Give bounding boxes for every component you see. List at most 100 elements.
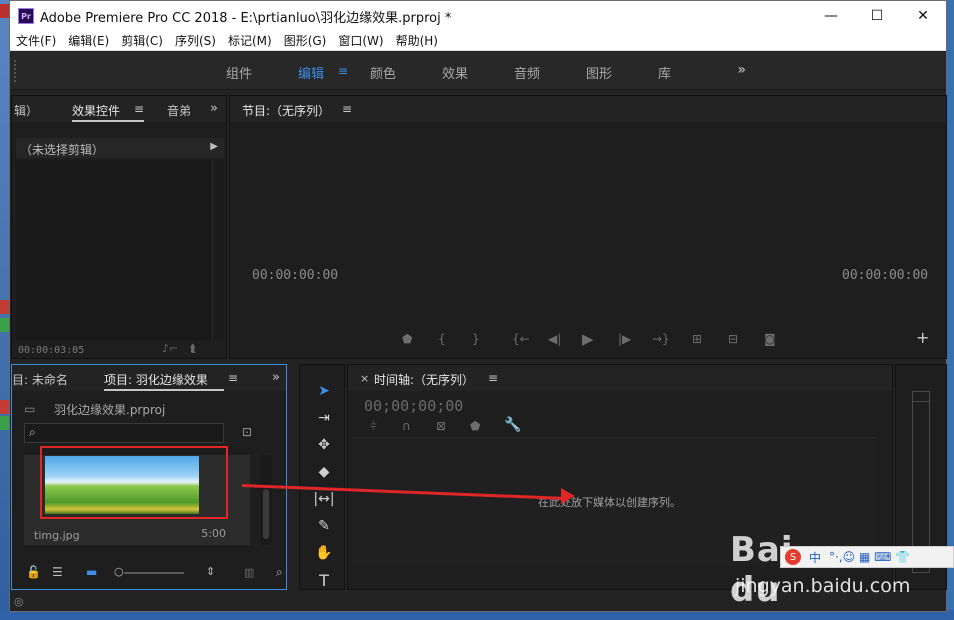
search-icon[interactable]: ⌕ [276, 565, 283, 580]
add-button-icon[interactable]: + [916, 328, 929, 347]
insert-icon[interactable]: ⊞ [692, 332, 702, 346]
menu-marker[interactable]: 标记(M) [228, 32, 272, 49]
panel-menu-icon[interactable]: ≡ [228, 371, 238, 385]
icon-view-icon[interactable]: ▬ [86, 565, 97, 579]
search-input[interactable]: ⌕ [24, 423, 224, 443]
timeline-area [212, 160, 224, 340]
workspace-tab-audio[interactable]: 音频 [514, 63, 540, 82]
slip-tool-icon[interactable]: |↔| [313, 488, 335, 510]
close-tab-icon[interactable]: × [360, 372, 369, 385]
folder-icon: ▭ [24, 402, 36, 416]
play-triangle-icon[interactable]: ▶ [210, 141, 218, 152]
workspace-more-icon[interactable]: » [737, 62, 746, 78]
desktop-icon [0, 300, 9, 314]
sogou-logo-icon[interactable]: S [785, 549, 801, 565]
lock-icon[interactable]: 🔓 [26, 565, 41, 579]
desktop-icon [0, 416, 9, 430]
selection-tool-icon[interactable]: ➤ [313, 380, 335, 402]
workspace-tab-color[interactable]: 颜色 [370, 63, 396, 82]
ime-toolbar: S 中 °·,☺ ▦ ⌨ 👕 [780, 546, 954, 568]
cc-status-icon[interactable]: ◎ [14, 595, 24, 608]
step-forward-icon[interactable]: |▶ [618, 332, 631, 346]
premiere-window: Pr Adobe Premiere Pro CC 2018 - E:\prtia… [9, 0, 947, 612]
window-title: Adobe Premiere Pro CC 2018 - E:\prtianlu… [40, 10, 452, 26]
minimize-button[interactable]: — [808, 1, 854, 31]
marker-icon[interactable]: ⬟ [402, 332, 412, 346]
menu-bar: 文件(F) 编辑(E) 剪辑(C) 序列(S) 标记(M) 图形(G) 窗口(W… [10, 31, 946, 51]
media-duration: 5:00 [201, 527, 226, 540]
menu-file[interactable]: 文件(F) [16, 32, 56, 49]
add-marker-icon[interactable]: ⬟ [470, 419, 480, 433]
close-button[interactable]: ✕ [900, 1, 946, 31]
workspace-tab-effects[interactable]: 效果 [442, 63, 468, 82]
maximize-button[interactable]: ☐ [854, 1, 900, 31]
go-to-in-icon[interactable]: {← [512, 332, 530, 346]
list-view-icon[interactable]: ☰ [52, 565, 63, 579]
zoom-slider-icon[interactable]: ○ [114, 565, 124, 578]
snap-icon[interactable]: ∩ [402, 419, 411, 433]
menu-sequence[interactable]: 序列(S) [175, 32, 216, 49]
go-to-out-icon[interactable]: →} [652, 332, 670, 346]
program-monitor-panel: 节目:（无序列） ≡ 00:00:00:00 00:00:00:00 ⬟ { }… [229, 95, 947, 359]
track-select-tool-icon[interactable]: ⇥ [313, 407, 335, 429]
tab-project-untitled[interactable]: 目: 未命名 [12, 371, 68, 388]
tab-source[interactable]: 辑） [14, 102, 38, 119]
menu-help[interactable]: 帮助(H) [396, 32, 438, 49]
hand-tool-icon[interactable]: ✋ [313, 542, 335, 564]
find-icon[interactable]: ⊡ [242, 425, 252, 439]
workspace-tab-editing[interactable]: 编辑 [298, 63, 324, 82]
workspace-tab-assembly[interactable]: 组件 [226, 63, 252, 82]
no-clip-label: （未选择剪辑） [20, 143, 105, 157]
ime-mode-label[interactable]: 中 [809, 549, 821, 566]
wrench-icon[interactable]: 🔧 [504, 417, 521, 433]
workspace-tab-libraries[interactable]: 库 [658, 63, 671, 82]
export-icon[interactable]: ⮬ [190, 342, 197, 356]
pen-tool-icon[interactable]: ✎ [313, 515, 335, 537]
ime-tool-icons[interactable]: °·,☺ ▦ ⌨ 👕 [829, 550, 910, 564]
red-highlight-box [40, 446, 228, 519]
title-bar: Pr Adobe Premiere Pro CC 2018 - E:\prtia… [10, 1, 946, 31]
timeline-title[interactable]: 时间轴:（无序列） [374, 371, 474, 388]
tab-effect-controls[interactable]: 效果控件 [72, 102, 120, 119]
tab-project-feather[interactable]: 项目: 羽化边缘效果 [104, 371, 208, 388]
type-tool-icon[interactable]: T [313, 569, 335, 591]
scrollbar-thumb[interactable] [263, 489, 269, 539]
menu-window[interactable]: 窗口(W) [338, 32, 383, 49]
menu-clip[interactable]: 剪辑(C) [121, 32, 163, 49]
camera-icon[interactable]: ◙ [764, 332, 776, 346]
workspace-tab-graphics[interactable]: 图形 [586, 63, 612, 82]
ripple-edit-tool-icon[interactable]: ✥ [313, 434, 335, 456]
menu-edit[interactable]: 编辑(E) [68, 32, 109, 49]
zoom-slider[interactable] [124, 572, 184, 574]
program-title[interactable]: 节目:（无序列） [242, 102, 330, 119]
nest-icon[interactable]: ⫩ [370, 419, 377, 434]
menu-graphics[interactable]: 图形(G) [284, 32, 327, 49]
premiere-app-icon: Pr [18, 8, 34, 24]
scrollbar[interactable] [260, 455, 272, 545]
panel-menu-icon[interactable]: ≡ [488, 371, 498, 385]
red-arrow-head [561, 488, 575, 504]
mark-in-icon[interactable]: { [438, 332, 446, 346]
overwrite-icon[interactable]: ⊟ [728, 332, 738, 346]
razor-tool-icon[interactable]: ◆ [313, 461, 335, 483]
active-tab-indicator [72, 120, 144, 122]
step-back-icon[interactable]: ◀| [548, 332, 561, 346]
mark-out-icon[interactable]: } [472, 332, 480, 346]
workspace-menu-icon[interactable]: ≡ [338, 64, 348, 78]
tab-audio-mixer[interactable]: 音弟 [167, 102, 191, 119]
program-timecode-duration: 00:00:00:00 [842, 268, 929, 283]
search-icon: ⌕ [29, 425, 36, 439]
grip-handle[interactable] [14, 60, 18, 82]
automate-icon[interactable]: ▥ [244, 566, 254, 579]
panel-menu-icon[interactable]: ≡ [342, 102, 352, 116]
timeline-timecode[interactable]: 00;00;00;00 [364, 397, 463, 415]
play-icon[interactable]: ▶ [582, 330, 594, 348]
panel-more-icon[interactable]: » [272, 370, 280, 385]
linked-select-icon[interactable]: ⊠ [436, 419, 446, 433]
sort-icon[interactable]: ⇕ [206, 565, 215, 578]
effect-list-area [16, 160, 212, 340]
panel-menu-icon[interactable]: ≡ [134, 102, 144, 116]
panel-more-icon[interactable]: » [210, 101, 218, 116]
filter-icon[interactable]: ♪⌐ [162, 342, 178, 355]
program-timecode-current[interactable]: 00:00:00:00 [252, 268, 338, 283]
